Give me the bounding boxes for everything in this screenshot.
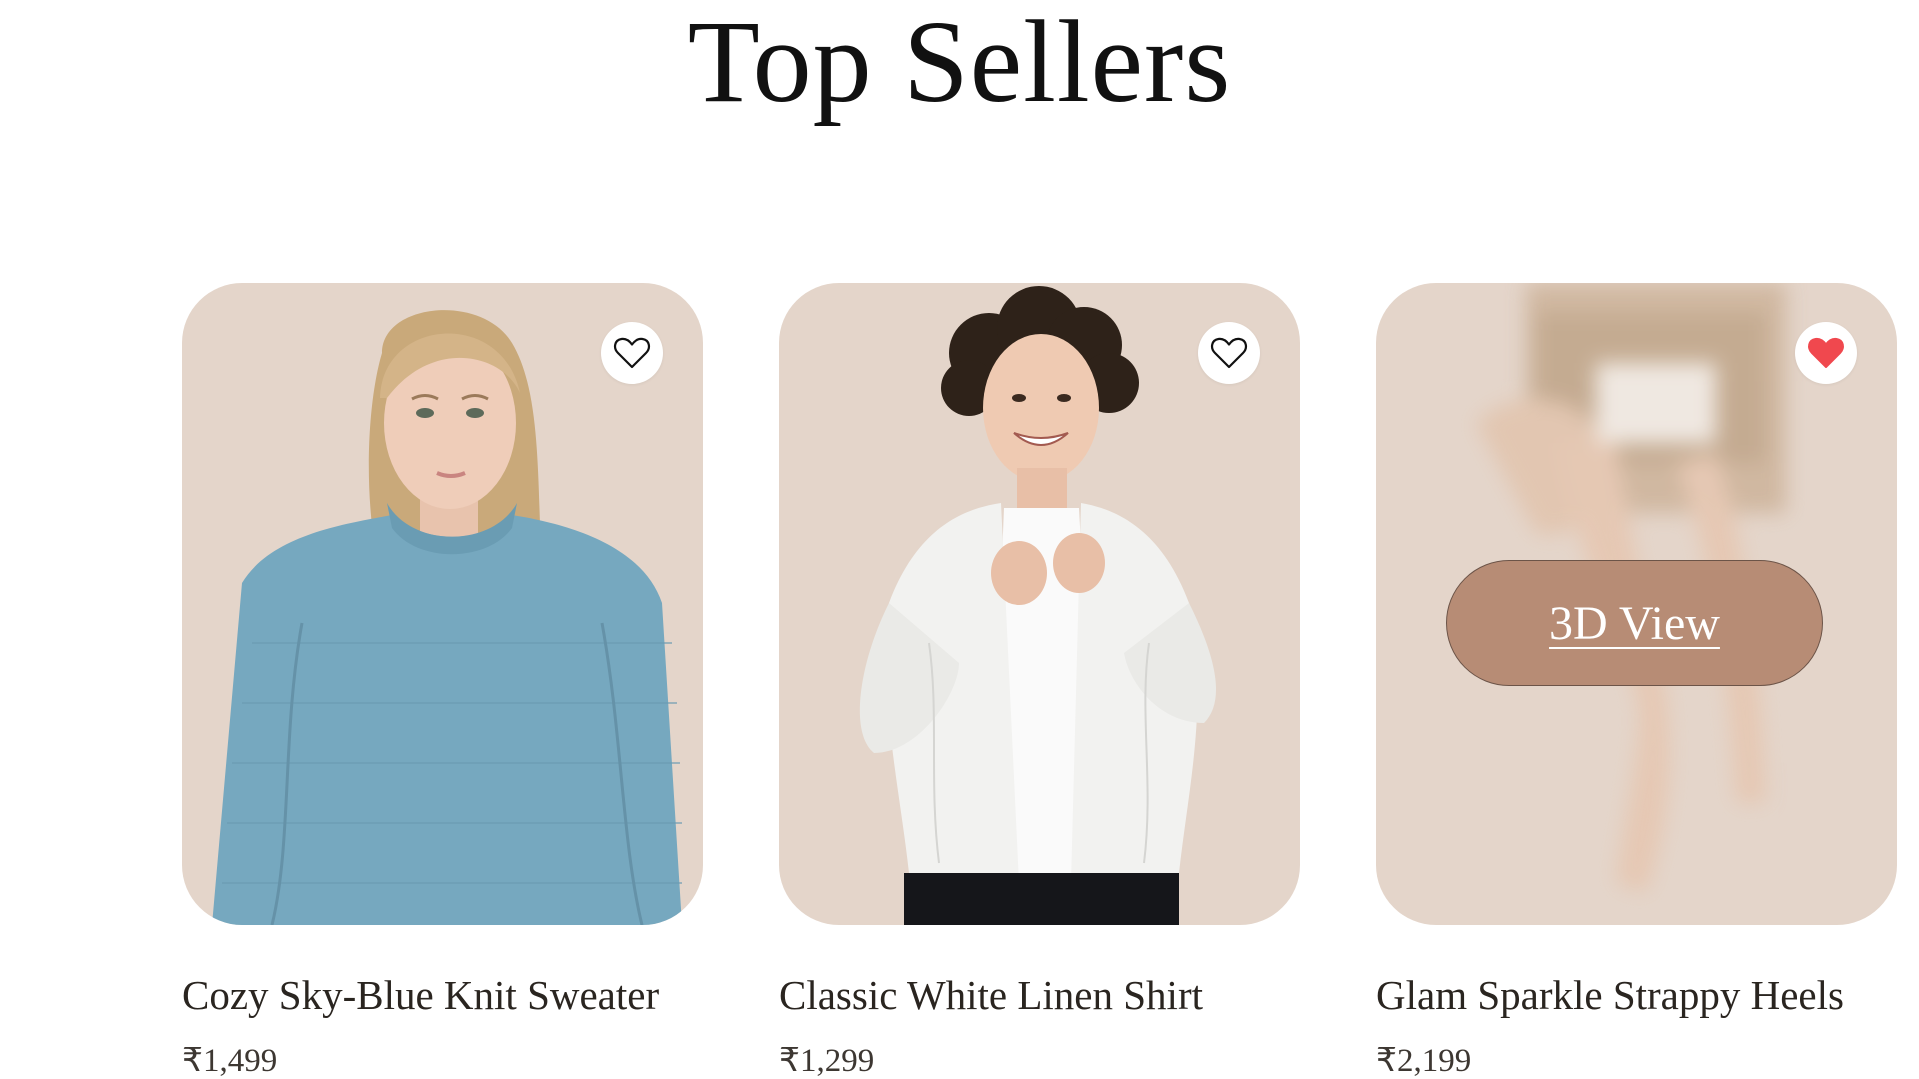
3d-view-label: 3D View (1549, 596, 1720, 650)
heart-outline-icon (1210, 337, 1248, 369)
product-name[interactable]: Glam Sparkle Strappy Heels (1376, 969, 1897, 1021)
product-price: ₹2,199 (1376, 1043, 1472, 1079)
product-name[interactable]: Classic White Linen Shirt (779, 969, 1300, 1021)
heart-filled-icon (1808, 337, 1844, 368)
3d-view-button[interactable]: 3D View (1446, 560, 1823, 686)
product-image[interactable]: 3D View (1376, 283, 1897, 925)
product-name[interactable]: Cozy Sky-Blue Knit Sweater (182, 969, 703, 1021)
wishlist-button[interactable] (1795, 322, 1857, 384)
heart-outline-icon (613, 337, 651, 369)
section-title: Top Sellers (687, 0, 1232, 127)
product-card[interactable]: Cozy Sky-Blue Knit Sweater ₹1,499 (182, 283, 703, 1079)
product-price: ₹1,499 (182, 1043, 278, 1079)
wishlist-button[interactable] (1198, 322, 1260, 384)
product-image[interactable] (182, 283, 703, 925)
wishlist-button[interactable] (601, 322, 663, 384)
product-price: ₹1,299 (779, 1043, 875, 1079)
product-image[interactable] (779, 283, 1300, 925)
product-card[interactable]: 3D View Glam Sparkle Strappy Heels ₹2,19… (1376, 283, 1897, 1079)
product-card[interactable]: Classic White Linen Shirt ₹1,299 (779, 283, 1300, 1079)
